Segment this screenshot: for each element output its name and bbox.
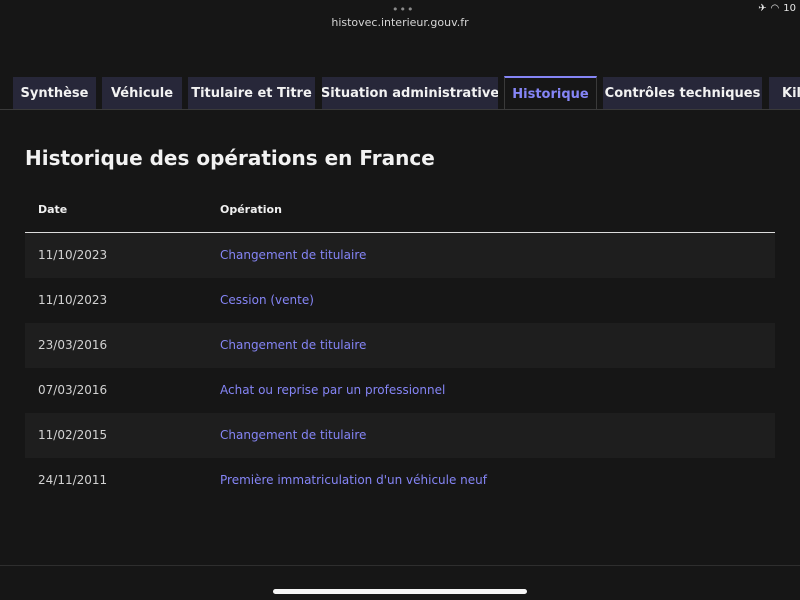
row-date: 11/10/2023: [38, 248, 108, 262]
row-operation-link[interactable]: Changement de titulaire: [220, 428, 366, 442]
tab-kilometrage[interactable]: Kilo: [769, 77, 800, 109]
browser-menu-dots[interactable]: •••: [392, 3, 414, 16]
table-row: 07/03/2016 Achat ou reprise par un profe…: [25, 368, 775, 413]
row-operation-link[interactable]: Changement de titulaire: [220, 248, 366, 262]
system-status-icons: ✈ ◠ 10: [758, 3, 800, 14]
row-date: 07/03/2016: [38, 383, 108, 397]
content-bottom-divider: [0, 565, 800, 566]
tab-titulaire-et-titre[interactable]: Titulaire et Titre: [188, 77, 315, 109]
clock-text: 10: [783, 3, 796, 14]
tab-bar: Synthèse Véhicule Titulaire et Titre Sit…: [0, 76, 800, 110]
address-bar-url[interactable]: histovec.interieur.gouv.fr: [0, 16, 800, 29]
table-body: 11/10/2023 Changement de titulaire 11/10…: [25, 233, 775, 503]
tab-situation-administrative[interactable]: Situation administrative: [322, 77, 498, 109]
column-header-date: Date: [38, 203, 68, 216]
tab-divider: [0, 109, 800, 110]
app-root: ••• histovec.interieur.gouv.fr ✈ ◠ 10 Synt…: [0, 0, 800, 600]
tab-controles-techniques[interactable]: Contrôles techniques: [603, 77, 762, 109]
wifi-icon: ◠: [770, 3, 780, 14]
table-header: Date Opération: [25, 188, 775, 233]
table-row: 11/10/2023 Changement de titulaire: [25, 233, 775, 278]
home-indicator[interactable]: [273, 589, 527, 594]
row-date: 23/03/2016: [38, 338, 108, 352]
tab-vehicule[interactable]: Véhicule: [102, 77, 182, 109]
page-title: Historique des opérations en France: [25, 146, 435, 170]
row-operation-link[interactable]: Première immatriculation d'un véhicule n…: [220, 473, 487, 487]
row-date: 11/02/2015: [38, 428, 108, 442]
tab-historique[interactable]: Historique: [504, 76, 597, 110]
table-row: 11/02/2015 Changement de titulaire: [25, 413, 775, 458]
row-operation-link[interactable]: Cession (vente): [220, 293, 314, 307]
tab-synthese[interactable]: Synthèse: [13, 77, 96, 109]
table-row: 24/11/2011 Première immatriculation d'un…: [25, 458, 775, 503]
row-operation-link[interactable]: Changement de titulaire: [220, 338, 366, 352]
table-row: 23/03/2016 Changement de titulaire: [25, 323, 775, 368]
row-date: 24/11/2011: [38, 473, 108, 487]
table-row: 11/10/2023 Cession (vente): [25, 278, 775, 323]
column-header-operation: Opération: [220, 203, 282, 216]
operations-table: Date Opération 11/10/2023 Changement de …: [25, 188, 775, 503]
row-date: 11/10/2023: [38, 293, 108, 307]
browser-status-bar: ••• histovec.interieur.gouv.fr ✈ ◠ 10: [0, 0, 800, 36]
airplane-icon: ✈: [758, 3, 767, 14]
row-operation-link[interactable]: Achat ou reprise par un professionnel: [220, 383, 445, 397]
